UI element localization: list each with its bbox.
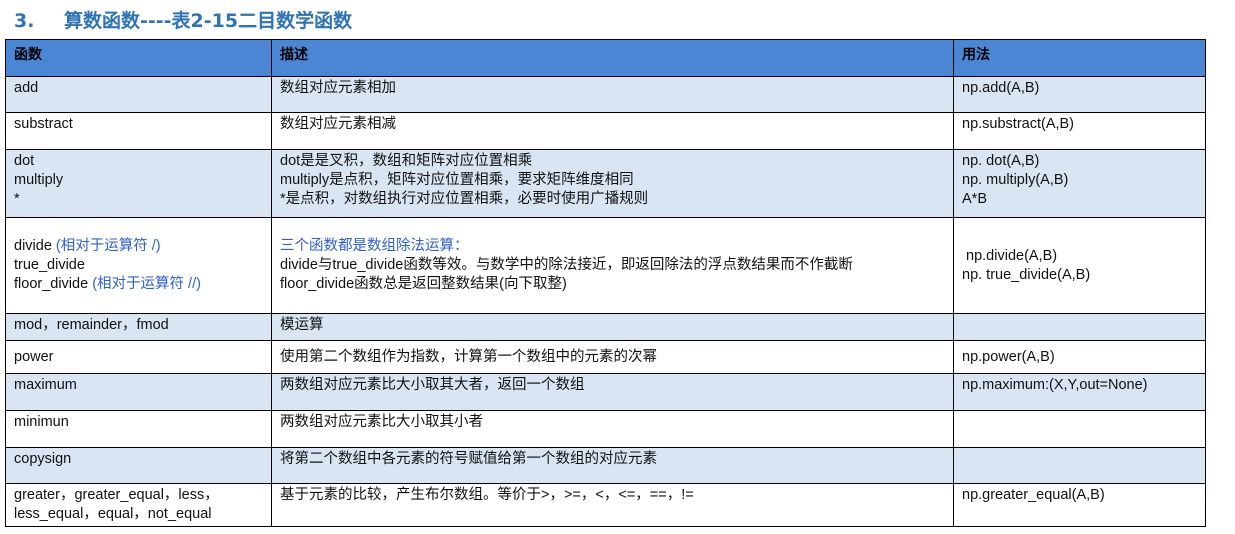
- cell-function: add: [5, 76, 272, 113]
- table-row: power 使用第二个数组作为指数，计算第一个数组中的元素的次幂 np.powe…: [5, 340, 1206, 374]
- cell-description: 使用第二个数组作为指数，计算第一个数组中的元素的次幂: [271, 340, 954, 374]
- table-row: dot multiply * dot是是叉积，数组和矩阵对应位置相乘 multi…: [5, 149, 1206, 218]
- table-row: divide (相对于运算符 /) true_divide floor_divi…: [5, 217, 1206, 314]
- cell-usage: np.divide(A,B) np. true_divide(A,B): [953, 217, 1206, 314]
- cell-description: 将第二个数组中各元素的符号赋值给第一个数组的对应元素: [271, 447, 954, 484]
- cell-description: 数组对应元素相加: [271, 76, 954, 113]
- cell-usage: [953, 313, 1206, 341]
- cell-usage: np.add(A,B): [953, 76, 1206, 113]
- cell-function: power: [5, 340, 272, 374]
- function-name-line: floor_divide (相对于运算符 //): [14, 275, 263, 294]
- function-name: true_divide: [14, 257, 85, 273]
- function-name: multiply: [14, 172, 64, 188]
- description-line: divide与true_divide函数等效。与数学中的除法接近，即返回除法的浮…: [280, 257, 853, 273]
- cell-function: mod，remainder，fmod: [5, 313, 272, 341]
- cell-function: copysign: [5, 447, 272, 484]
- table-header-row: 函数 描述 用法: [5, 39, 1206, 77]
- cell-description: 两数组对应元素比大小取其大者，返回一个数组: [271, 373, 954, 411]
- header-function: 函数: [5, 39, 272, 77]
- cell-description: 三个函数都是数组除法运算： divide与true_divide函数等效。与数学…: [271, 217, 954, 314]
- section-number: 3.: [14, 10, 35, 32]
- cell-function: greater，greater_equal，less， less_equal，e…: [5, 483, 272, 527]
- table-row: mod，remainder，fmod 模运算: [5, 313, 1206, 341]
- table-row: minimun 两数组对应元素比大小取其小者: [5, 410, 1206, 448]
- cell-description: dot是是叉积，数组和矩阵对应位置相乘 multiply是点积，矩阵对应位置相乘…: [271, 149, 954, 218]
- description-line: floor_divide函数总是返回整数结果(向下取整): [280, 276, 567, 292]
- cell-description: 数组对应元素相减: [271, 112, 954, 150]
- function-table: 函数 描述 用法 add 数组对应元素相加 np.add(A,B) substr…: [5, 39, 1206, 527]
- cell-usage: np.greater_equal(A,B): [953, 483, 1206, 527]
- description-line: *是点积，对数组执行对应位置相乘，必要时使用广播规则: [280, 191, 649, 207]
- cell-usage: [953, 447, 1206, 484]
- usage-line: np. dot(A,B): [962, 153, 1040, 169]
- cell-usage: [953, 410, 1206, 448]
- operator-note: (相对于运算符 //): [92, 276, 201, 292]
- function-name: *: [14, 191, 20, 207]
- cell-function: substract: [5, 112, 272, 150]
- description-line: dot是是叉积，数组和矩阵对应位置相乘: [280, 153, 533, 169]
- cell-description: 基于元素的比较，产生布尔数组。等价于>，>=，<，<=，==，!=: [271, 483, 954, 527]
- cell-description: 两数组对应元素比大小取其小者: [271, 410, 954, 448]
- usage-line: np.divide(A,B): [962, 247, 1058, 264]
- cell-function: maximum: [5, 373, 272, 411]
- header-description: 描述: [271, 39, 954, 77]
- cell-usage: np.maximum:(X,Y,out=None): [953, 373, 1206, 411]
- function-name: dot: [14, 153, 35, 169]
- cell-usage: np.substract(A,B): [953, 112, 1206, 150]
- usage-line: A*B: [962, 191, 987, 207]
- function-name: floor_divide: [14, 276, 93, 292]
- section-heading: 3. 算数函数----表2-15二目数学函数: [14, 6, 352, 34]
- usage-line: np. true_divide(A,B): [962, 266, 1091, 283]
- description-title: 三个函数都是数组除法运算：: [280, 238, 469, 254]
- cell-function: dot multiply *: [5, 149, 272, 218]
- table-row: substract 数组对应元素相减 np.substract(A,B): [5, 112, 1206, 150]
- function-name: divide: [14, 238, 56, 254]
- table-row: add 数组对应元素相加 np.add(A,B): [5, 76, 1206, 113]
- cell-function: divide (相对于运算符 /) true_divide floor_divi…: [5, 217, 272, 314]
- function-name-line: divide (相对于运算符 /): [14, 237, 263, 256]
- operator-note: (相对于运算符 /): [55, 238, 161, 254]
- cell-usage: np. dot(A,B) np. multiply(A,B) A*B: [953, 149, 1206, 218]
- table-row: copysign 将第二个数组中各元素的符号赋值给第一个数组的对应元素: [5, 447, 1206, 484]
- section-title: 算数函数----表2-15二目数学函数: [64, 10, 353, 32]
- header-usage: 用法: [953, 39, 1206, 77]
- usage-line: np. multiply(A,B): [962, 172, 1069, 188]
- table-row: maximum 两数组对应元素比大小取其大者，返回一个数组 np.maximum…: [5, 373, 1206, 411]
- function-name: greater，greater_equal，less，: [14, 487, 219, 503]
- cell-description: 模运算: [271, 313, 954, 341]
- description-line: multiply是点积，矩阵对应位置相乘，要求矩阵维度相同: [280, 172, 634, 188]
- cell-usage: np.power(A,B): [953, 340, 1206, 374]
- function-name: less_equal，equal，not_equal: [14, 506, 212, 522]
- cell-function: minimun: [5, 410, 272, 448]
- table-row: greater，greater_equal，less， less_equal，e…: [5, 483, 1206, 527]
